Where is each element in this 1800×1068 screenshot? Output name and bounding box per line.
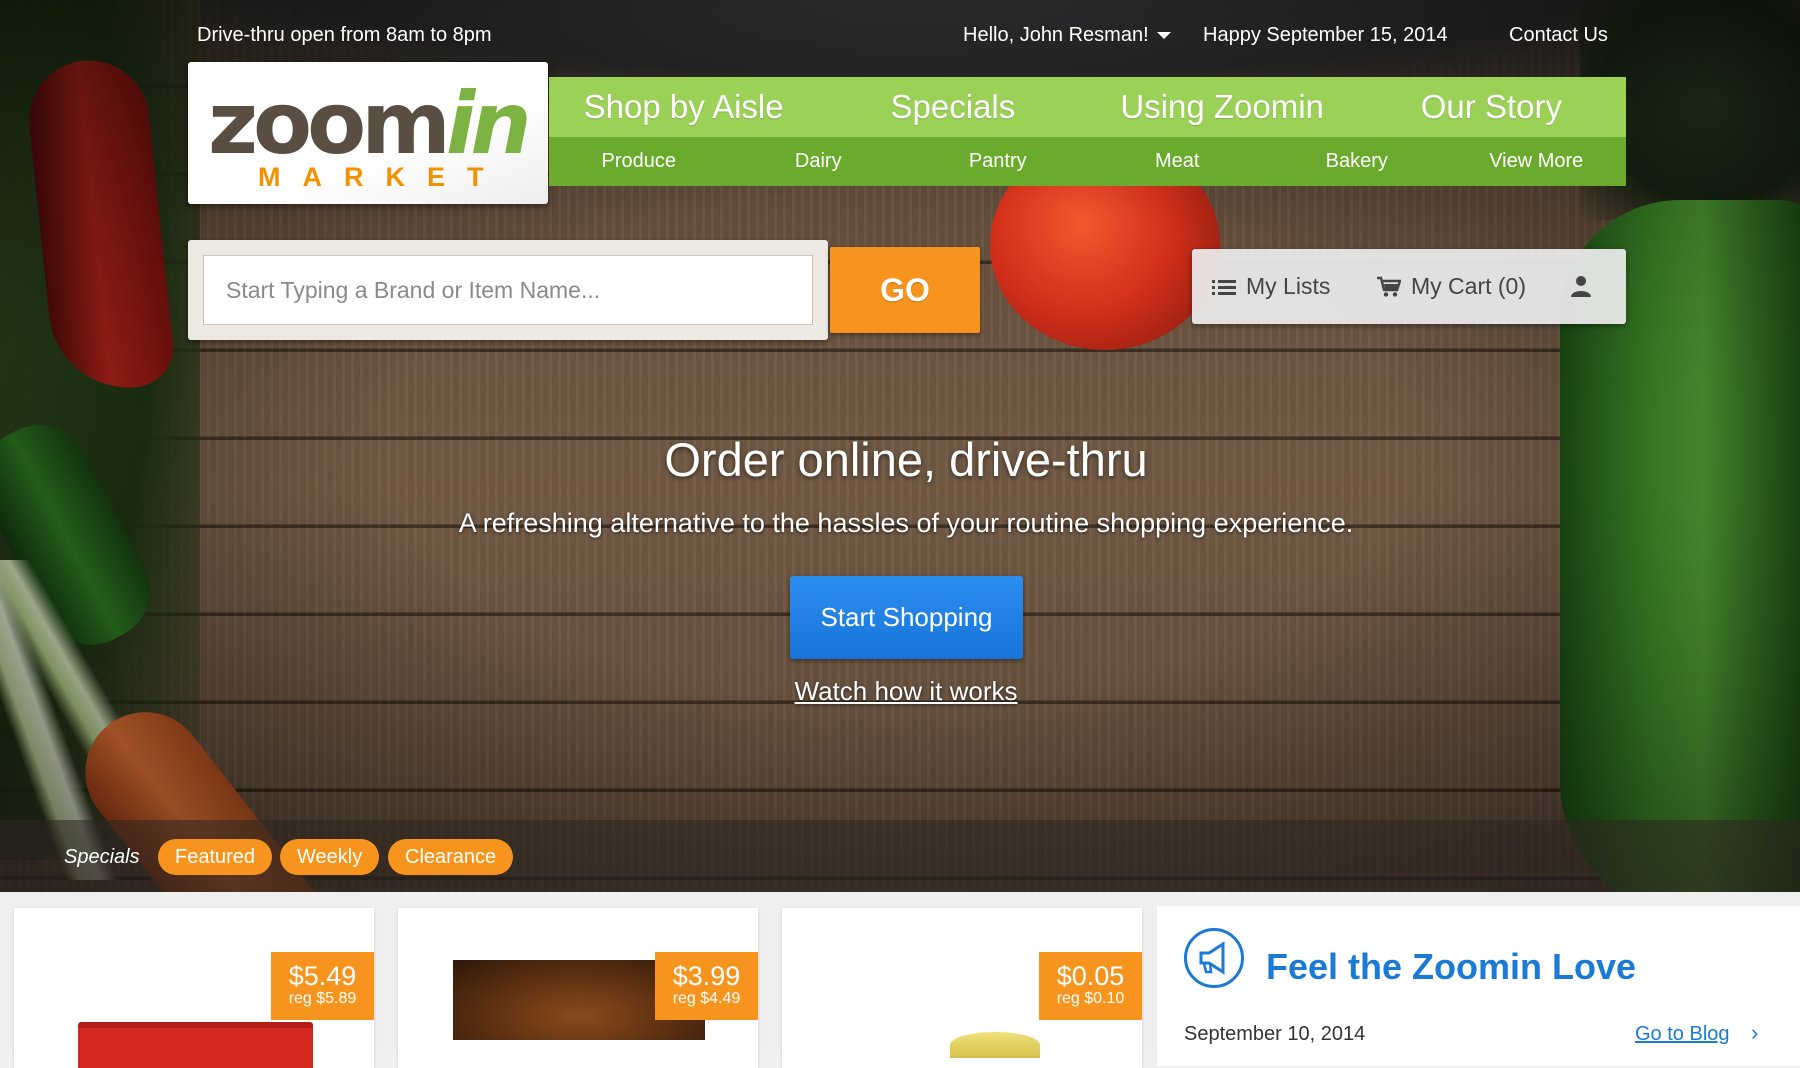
my-cart-button[interactable]: My Cart (0) bbox=[1377, 273, 1526, 300]
nav-using-zoomin[interactable]: Using Zoomin bbox=[1088, 88, 1357, 126]
hero-title: Order online, drive-thru bbox=[664, 433, 1148, 486]
sale-price: $0.05 bbox=[1056, 961, 1125, 991]
aisle-produce[interactable]: Produce bbox=[549, 150, 729, 173]
aisle-meat[interactable]: Meat bbox=[1088, 150, 1268, 173]
user-greeting-menu[interactable]: Hello, John Resman! bbox=[963, 24, 1171, 47]
logo-market: MARKET bbox=[258, 162, 506, 192]
blog-title: Feel the Zoomin Love bbox=[1266, 946, 1637, 987]
site-logo[interactable]: zoomin MARKET bbox=[188, 62, 548, 204]
price-tag: $0.05 reg $0.10 bbox=[1039, 952, 1142, 1020]
my-lists-label: My Lists bbox=[1246, 273, 1331, 299]
aisle-nav: Produce Dairy Pantry Meat Bakery View Mo… bbox=[549, 137, 1626, 186]
aisle-view-more[interactable]: View More bbox=[1447, 150, 1627, 173]
top-bar: Drive-thru open from 8am to 8pm Hello, J… bbox=[0, 22, 1800, 52]
hero-subtitle: A refreshing alternative to the hassles … bbox=[458, 508, 1354, 538]
nav-specials[interactable]: Specials bbox=[818, 88, 1087, 126]
chevron-right-icon: › bbox=[1751, 1020, 1759, 1045]
start-shopping-button[interactable]: Start Shopping bbox=[790, 576, 1023, 659]
chevron-down-icon bbox=[1156, 32, 1171, 40]
aisle-bakery[interactable]: Bakery bbox=[1267, 150, 1447, 173]
product-card[interactable]: $0.05 reg $0.10 bbox=[782, 908, 1142, 1068]
product-section: $5.49 reg $5.89 $3.99 reg $4.49 $0.05 re… bbox=[0, 892, 1800, 1068]
regular-price: reg $4.49 bbox=[672, 990, 741, 1007]
aisle-dairy[interactable]: Dairy bbox=[729, 150, 909, 173]
sale-price: $3.99 bbox=[672, 961, 741, 991]
account-button[interactable] bbox=[1570, 275, 1592, 297]
blog-card: Feel the Zoomin Love September 10, 2014 … bbox=[1157, 906, 1800, 1066]
watch-link-row: Watch how it works bbox=[0, 676, 1800, 707]
search-input[interactable] bbox=[203, 255, 813, 325]
product-card[interactable]: $5.49 reg $5.89 bbox=[14, 908, 374, 1068]
nav-shop-by-aisle[interactable]: Shop by Aisle bbox=[549, 88, 818, 126]
search-go-button[interactable]: GO bbox=[830, 247, 980, 333]
tab-weekly[interactable]: Weekly bbox=[280, 839, 380, 875]
tab-clearance[interactable]: Clearance bbox=[388, 839, 514, 875]
logo-zoom: zoom bbox=[208, 74, 451, 174]
logo-in: in bbox=[445, 74, 532, 174]
product-card[interactable]: $3.99 reg $4.49 bbox=[398, 908, 758, 1068]
search-box bbox=[188, 240, 828, 340]
watch-how-it-works-link[interactable]: Watch how it works bbox=[795, 676, 1018, 706]
contact-us-link[interactable]: Contact Us bbox=[1509, 24, 1608, 47]
main-navigation: Shop by Aisle Specials Using Zoomin Our … bbox=[549, 77, 1626, 186]
regular-price: reg $0.10 bbox=[1056, 990, 1125, 1007]
account-bar: My Lists My Cart (0) bbox=[1192, 249, 1626, 324]
price-tag: $3.99 reg $4.49 bbox=[655, 952, 758, 1020]
price-tag: $5.49 reg $5.89 bbox=[271, 952, 374, 1020]
specials-bar: Specials Featured Weekly Clearance bbox=[0, 820, 1800, 892]
blog-post-date: September 10, 2014 bbox=[1184, 1023, 1366, 1045]
sale-price: $5.49 bbox=[288, 961, 357, 991]
greeting-text: Hello, John Resman! bbox=[963, 24, 1149, 46]
user-icon bbox=[1571, 276, 1591, 297]
product-image bbox=[950, 1032, 1040, 1058]
my-lists-button[interactable]: My Lists bbox=[1212, 273, 1330, 300]
my-cart-label: My Cart (0) bbox=[1411, 273, 1526, 299]
cart-icon bbox=[1377, 276, 1401, 297]
specials-label: Specials bbox=[64, 846, 140, 868]
logo-wordmark: zoomin bbox=[208, 74, 532, 174]
product-image bbox=[78, 1022, 313, 1068]
list-icon bbox=[1212, 279, 1236, 295]
primary-nav: Shop by Aisle Specials Using Zoomin Our … bbox=[549, 77, 1626, 137]
drive-thru-hours: Drive-thru open from 8am to 8pm bbox=[197, 24, 492, 46]
go-to-blog-link[interactable]: Go to Blog bbox=[1635, 1023, 1730, 1046]
regular-price: reg $5.89 bbox=[288, 990, 357, 1007]
aisle-pantry[interactable]: Pantry bbox=[908, 150, 1088, 173]
tab-featured[interactable]: Featured bbox=[158, 839, 273, 875]
nav-our-story[interactable]: Our Story bbox=[1357, 88, 1626, 126]
megaphone-icon bbox=[1184, 928, 1244, 988]
date-greeting: Happy September 15, 2014 bbox=[1203, 24, 1448, 46]
